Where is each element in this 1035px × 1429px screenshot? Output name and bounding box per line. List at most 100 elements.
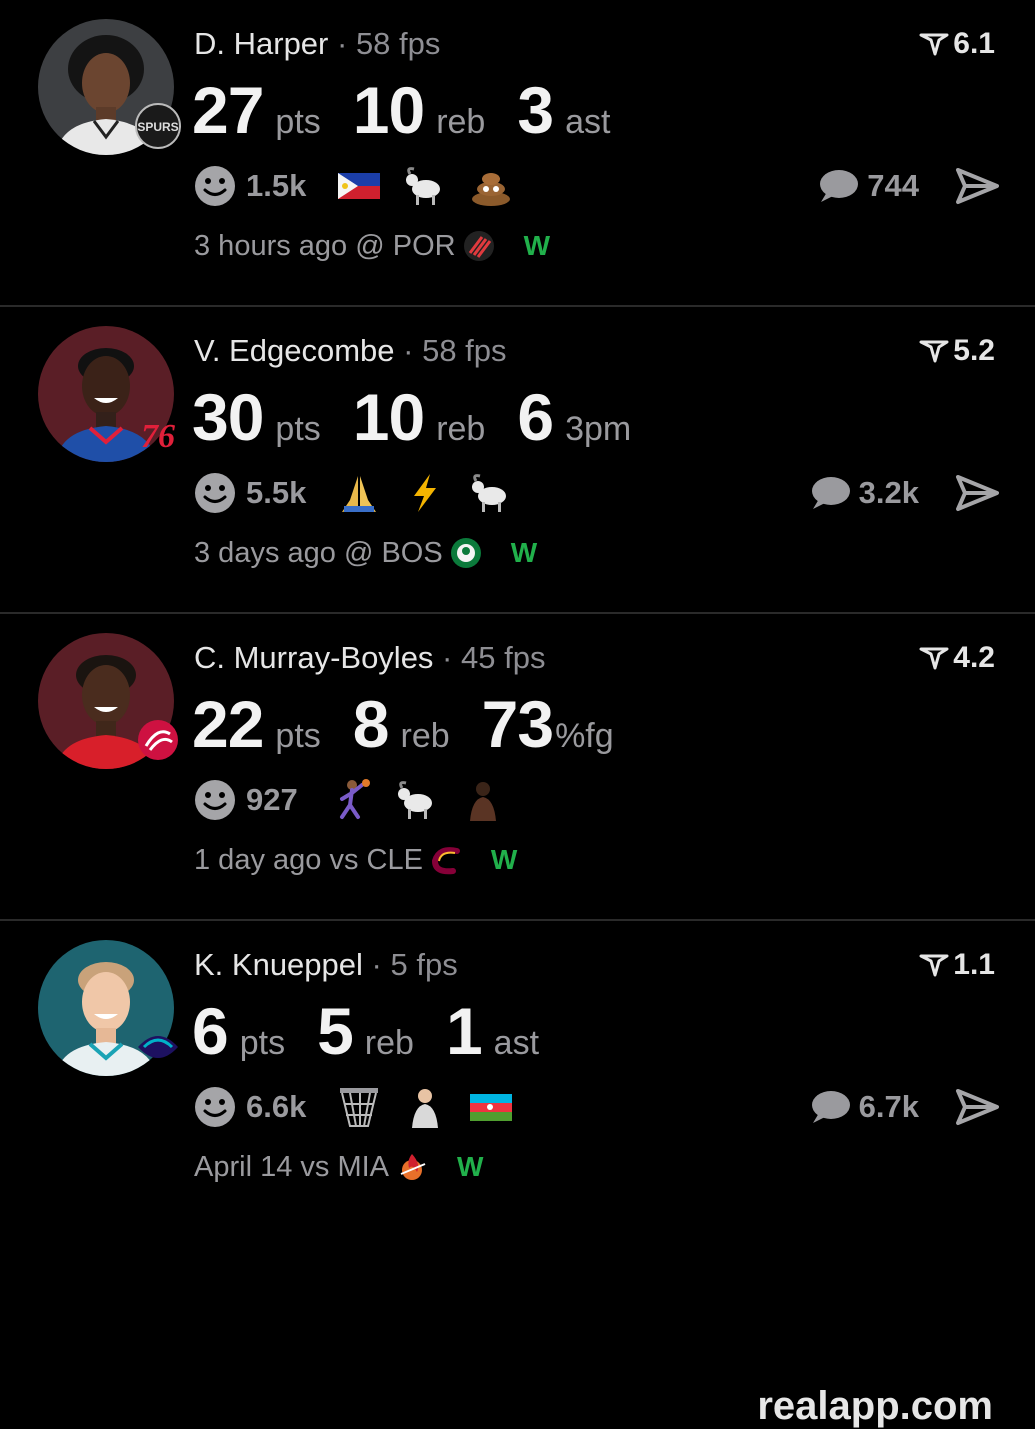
poop-emoji-icon[interactable]	[468, 163, 514, 209]
smiley-reaction-icon[interactable]	[194, 472, 236, 514]
stat-unit: reb	[436, 103, 486, 141]
stat-unit: pts	[275, 103, 321, 141]
game-info: April 14 vs MIA W	[194, 1149, 483, 1185]
rating-value: 5.2	[953, 334, 995, 367]
post-card[interactable]: 76 V. Edgecombe · 58 fps 5.2 30 pts 10 reb…	[0, 307, 1035, 614]
stat-value: 22	[192, 687, 264, 761]
player-sticker-icon[interactable]	[402, 1084, 448, 1130]
rating[interactable]: 1.1	[919, 947, 995, 983]
share-icon[interactable]	[955, 166, 999, 206]
lightning-emoji-icon[interactable]	[402, 470, 448, 516]
philippines-flag-icon[interactable]	[336, 163, 382, 209]
stat-unit: ast	[565, 103, 611, 141]
reaction-count: 5.5k	[246, 475, 307, 510]
rating-icon	[919, 33, 949, 56]
stat-value: 10	[352, 73, 425, 147]
fps-count: 58 fps	[355, 26, 441, 61]
comments[interactable]: 3.2k	[807, 469, 919, 517]
game-result: W	[523, 230, 551, 261]
game-time: 3 hours ago @ POR	[194, 230, 456, 262]
fps-count: 58 fps	[422, 333, 507, 368]
rating-icon	[919, 647, 949, 670]
game-time: April 14 vs MIA	[194, 1151, 389, 1183]
game-time: 1 day ago vs CLE	[194, 844, 423, 876]
stat-value: 1	[445, 994, 483, 1068]
comment-bubble-icon	[820, 170, 859, 202]
dunking-player-emoji-icon[interactable]	[328, 777, 374, 823]
rating[interactable]: 6.1	[919, 26, 995, 62]
game-time: 3 days ago @ BOS	[194, 537, 443, 569]
reaction-count: 1.5k	[246, 168, 307, 203]
post-header: C. Murray-Boyles · 45 fps	[194, 640, 545, 676]
rating-value: 6.1	[953, 27, 995, 60]
separator-dot: ·	[362, 947, 391, 982]
trail-blazers-logo-icon	[463, 231, 494, 261]
stat-value: 6	[517, 380, 554, 454]
fps-count: 5 fps	[390, 947, 458, 982]
smiley-reaction-icon[interactable]	[194, 1086, 236, 1128]
post-card[interactable]: K. Knueppel · 5 fps 1.1 6 pts 5 reb 1 ast 6…	[0, 921, 1035, 1200]
stat-unit: pts	[239, 1024, 286, 1062]
game-result: W	[457, 1151, 484, 1182]
stat-unit: reb	[436, 410, 486, 448]
comments[interactable]: 6.7k	[807, 1083, 919, 1131]
rating-value: 4.2	[953, 641, 995, 674]
stat-value: 27	[192, 73, 264, 147]
game-info: 3 hours ago @ POR W	[194, 228, 550, 264]
goat-emoji-icon[interactable]	[394, 777, 440, 823]
stat-line: 22 pts 8 reb 73 %fg	[192, 686, 646, 762]
folded-hands-emoji-icon[interactable]	[336, 470, 382, 516]
hornets-logo-icon	[138, 1036, 178, 1058]
stat-value: 10	[352, 380, 425, 454]
azerbaijan-flag-icon[interactable]	[468, 1084, 514, 1130]
player-name[interactable]: C. Murray-Boyles	[194, 640, 433, 675]
reaction-count: 927	[246, 782, 298, 817]
post-card[interactable]: SPURS D. Harper · 58 fps 6.1 27 pts 10 reb…	[0, 0, 1035, 307]
stat-unit: pts	[275, 717, 321, 755]
game-result: W	[510, 537, 538, 568]
separator-dot: ·	[433, 640, 461, 675]
reaction-bar: 1.5k	[194, 162, 534, 210]
stat-value: 30	[192, 380, 264, 454]
rating[interactable]: 5.2	[919, 333, 995, 369]
comment-count: 6.7k	[858, 1089, 919, 1124]
player-name[interactable]: D. Harper	[194, 26, 328, 61]
player-feed: SPURS D. Harper · 58 fps 6.1 27 pts 10 reb…	[0, 0, 1035, 1428]
rating-icon	[919, 954, 949, 977]
share-icon[interactable]	[955, 473, 999, 513]
goat-emoji-icon[interactable]	[468, 470, 514, 516]
smiley-reaction-icon[interactable]	[194, 779, 236, 821]
player-name[interactable]: K. Knueppel	[194, 947, 363, 982]
raptors-logo-icon	[138, 720, 178, 760]
smiley-reaction-icon[interactable]	[194, 165, 236, 207]
player-name[interactable]: V. Edgecombe	[194, 333, 395, 368]
rating-value: 1.1	[953, 948, 995, 981]
comment-bubble-icon	[811, 477, 850, 509]
game-info: 1 day ago vs CLE W	[194, 842, 517, 878]
reaction-bar: 5.5k	[194, 469, 534, 517]
stat-line: 6 pts 5 reb 1 ast	[192, 993, 571, 1069]
stat-value: 8	[352, 687, 390, 761]
game-result: W	[490, 844, 518, 875]
stat-value: 73	[481, 687, 554, 761]
basketball-net-icon[interactable]	[336, 1084, 382, 1130]
reaction-count: 6.6k	[246, 1089, 307, 1124]
comment-count: 3.2k	[858, 475, 919, 510]
spurs-logo-icon: SPURS	[135, 103, 181, 149]
goat-emoji-icon[interactable]	[402, 163, 448, 209]
rating[interactable]: 4.2	[919, 640, 995, 676]
stat-unit: 3pm	[565, 410, 632, 448]
separator-dot: ·	[394, 333, 423, 368]
comments[interactable]: 744	[815, 162, 919, 210]
post-card[interactable]: C. Murray-Boyles · 45 fps 4.2 22 pts 8 reb…	[0, 614, 1035, 1428]
player-sticker-icon[interactable]	[460, 777, 506, 823]
stat-unit: ast	[493, 1024, 540, 1062]
fps-count: 45 fps	[461, 640, 546, 675]
reaction-bar: 6.6k	[194, 1083, 534, 1131]
svg-text:SPURS: SPURS	[137, 120, 178, 134]
post-header: V. Edgecombe · 58 fps	[194, 333, 507, 369]
stat-unit: %fg	[555, 717, 614, 755]
watermark-url: realapp.com	[757, 1384, 993, 1428]
heat-logo-icon	[400, 1154, 426, 1180]
share-icon[interactable]	[955, 1087, 999, 1127]
